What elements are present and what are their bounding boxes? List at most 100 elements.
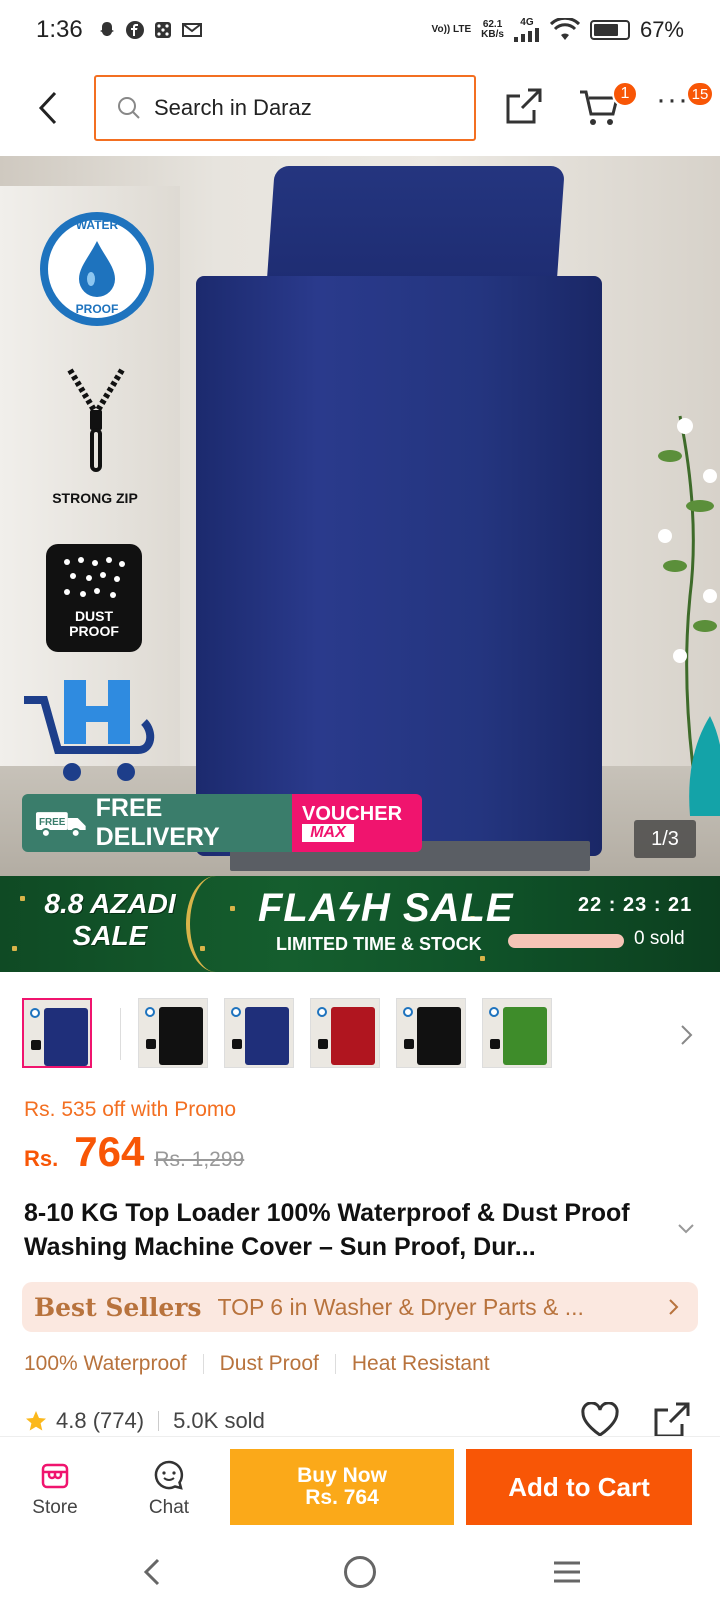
status-bar: 1:36 Vo)) LTE 62.1 KB/s 4G 67% — [0, 0, 720, 60]
best-sellers-ranking[interactable]: Best Sellers TOP 6 in Washer & Dryer Par… — [22, 1282, 698, 1332]
bottom-action-bar: Store Chat Buy Now Rs. 764 Add to Cart — [0, 1436, 720, 1532]
search-bar[interactable] — [94, 75, 476, 141]
gmail-icon — [181, 23, 202, 37]
confetti — [480, 956, 485, 961]
chevron-down-icon[interactable] — [676, 1222, 696, 1236]
voucher-max-label: MAX — [302, 824, 354, 842]
thumbnail-variant[interactable] — [396, 998, 466, 1068]
nav-recent-apps-icon[interactable] — [552, 1560, 582, 1584]
washing-machine-cover — [196, 276, 602, 856]
thumb-cover — [503, 1007, 547, 1065]
free-delivery-label: FREE DELIVERY — [95, 794, 220, 851]
thumb-badge-icon — [232, 1039, 242, 1049]
thumb-cover — [159, 1007, 203, 1065]
original-price: Rs. 1,299 — [154, 1148, 245, 1171]
network-type: 4G — [513, 17, 540, 42]
feature-tag: Dust Proof — [219, 1352, 319, 1375]
heart-icon[interactable] — [580, 1402, 620, 1438]
banner-arc-decoration — [186, 876, 246, 972]
free-delivery-badge: FREE FREE DELIVERY — [22, 794, 292, 852]
thumb-badge-icon — [404, 1039, 414, 1049]
flash-sale-subtitle: LIMITED TIME & STOCK — [276, 934, 482, 954]
feature-tag: 100% Waterproof — [24, 1352, 187, 1375]
sold-count: 0 sold — [634, 928, 685, 949]
price-currency: Rs. — [24, 1146, 59, 1171]
speed-unit: KB/s — [481, 29, 504, 40]
chevron-left-icon — [38, 91, 57, 125]
facebook-icon — [125, 21, 144, 39]
dust-label-1: DUST — [74, 608, 114, 624]
flash-sale-title: FLAϟH SALE — [258, 886, 514, 930]
buy-now-button[interactable]: Buy Now Rs. 764 — [230, 1449, 454, 1525]
chat-button[interactable]: Chat — [134, 1459, 204, 1519]
promo-discount-text[interactable]: Rs. 535 off with Promo — [24, 1098, 236, 1122]
chevron-right-icon[interactable] — [676, 1020, 696, 1050]
thumbnail-variant[interactable] — [224, 998, 294, 1068]
store-logo — [24, 680, 155, 781]
thumb-badge-icon — [403, 1007, 413, 1017]
thumb-cover — [417, 1007, 461, 1065]
thumbnail-variant[interactable] — [310, 998, 380, 1068]
thumbnail-variant[interactable] — [138, 998, 208, 1068]
rating-row[interactable]: 4.8 (774) 5.0K sold — [24, 1408, 265, 1434]
system-status: Vo)) LTE 62.1 KB/s 4G 67% — [432, 17, 684, 43]
header: 1 ··· 15 — [0, 60, 720, 156]
chat-icon — [154, 1460, 184, 1490]
chevron-right-icon — [669, 1299, 679, 1315]
signal-icon — [513, 28, 539, 42]
nav-back-icon[interactable] — [140, 1556, 164, 1588]
thumbnail-variant[interactable] — [482, 998, 552, 1068]
water-drop-icon — [79, 241, 115, 297]
chat-label: Chat — [148, 1497, 190, 1518]
free-tag: FREE — [39, 817, 66, 828]
search-icon — [118, 97, 140, 119]
thumb-badge-icon — [490, 1039, 500, 1049]
current-price: 764 — [74, 1128, 145, 1175]
status-time: 1:36 — [36, 16, 83, 43]
volte-indicator: Vo)) LTE — [432, 25, 472, 35]
back-button[interactable] — [30, 86, 66, 130]
network-label: 4G — [520, 17, 534, 28]
share-icon[interactable] — [652, 1400, 692, 1440]
share-icon[interactable] — [504, 86, 544, 126]
store-icon — [41, 1463, 69, 1489]
confetti — [12, 946, 17, 951]
rating-count: (774) — [92, 1408, 145, 1433]
thumb-badge-icon — [318, 1039, 328, 1049]
flash-sale-banner[interactable]: 8.8 AZADI SALE FLAϟH SALE LIMITED TIME &… — [0, 876, 720, 972]
confetti — [20, 896, 25, 901]
voucher-max-badge: VOUCHER MAX — [292, 794, 422, 852]
store-button[interactable]: Store — [20, 1459, 90, 1519]
nav-home-icon[interactable] — [344, 1556, 376, 1588]
battery-percent: 67% — [639, 17, 684, 42]
dustproof-badge: DUST PROOF — [46, 544, 142, 652]
volte-text: Vo)) LTE — [431, 24, 472, 35]
voucher-label: VOUCHER — [302, 803, 403, 825]
thumb-badge-icon — [145, 1007, 155, 1017]
dust-label-2: PROOF — [69, 623, 119, 639]
search-input[interactable] — [154, 95, 454, 121]
waterproof-badge: WATER PROOF — [40, 212, 154, 326]
countdown-timer: 22 : 23 : 21 — [578, 894, 693, 916]
rating-separator — [158, 1411, 160, 1431]
thumbnail-main[interactable] — [22, 998, 92, 1068]
plant-decoration — [658, 415, 720, 816]
add-to-cart-button[interactable]: Add to Cart — [466, 1449, 692, 1525]
product-title: 8-10 KG Top Loader 100% Waterproof & Dus… — [24, 1199, 630, 1261]
feature-tag: Heat Resistant — [351, 1352, 490, 1375]
delivery-promo-strip: FREE FREE DELIVERY VOUCHER MAX — [22, 794, 422, 852]
price-row: Rs. 764 Rs. 1,299 — [24, 1128, 244, 1176]
dice-icon — [154, 22, 171, 38]
store-label: Store — [32, 1497, 78, 1518]
notification-count-badge: 15 — [686, 81, 714, 107]
rating-score: 4.8 — [56, 1408, 87, 1433]
buy-now-label: Buy Now — [297, 1464, 387, 1487]
product-image-gallery[interactable]: WATER PROOF STRONG ZIP DUST PROOF FREE F… — [0, 156, 720, 876]
tag-separator — [202, 1354, 204, 1374]
thumb-badge-icon — [30, 1008, 40, 1018]
dust-particles-icon — [64, 557, 125, 598]
battery-icon — [589, 20, 630, 40]
azadi-line-1: 8.8 AZADI — [44, 888, 176, 919]
sold-progress-bar — [508, 934, 624, 948]
notification-icons — [97, 20, 203, 40]
